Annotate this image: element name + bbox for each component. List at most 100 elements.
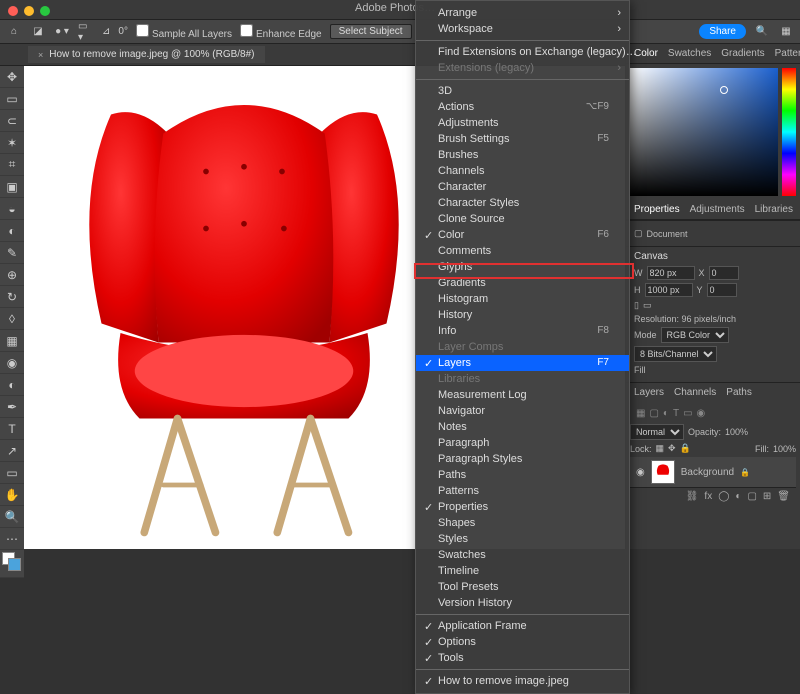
menu-item-paths[interactable]: Paths <box>416 467 629 483</box>
color-picker[interactable] <box>630 68 796 196</box>
dodge-tool[interactable]: ◐ <box>0 374 24 396</box>
menu-item-brushes[interactable]: Brushes <box>416 147 629 163</box>
canvas-height[interactable] <box>645 283 693 297</box>
close-window[interactable] <box>8 6 18 16</box>
menu-item-workspace[interactable]: Workspace <box>416 21 629 37</box>
lasso-tool[interactable]: ⊂ <box>0 110 24 132</box>
gradient-tool[interactable]: ▦ <box>0 330 24 352</box>
tab-libraries[interactable]: Libraries <box>755 204 793 215</box>
eyedropper-tool[interactable]: ◒ <box>0 198 24 220</box>
tab-adjustments[interactable]: Adjustments <box>690 204 745 215</box>
menu-item-properties[interactable]: Properties <box>416 499 629 515</box>
tab-color[interactable]: Color <box>634 48 658 59</box>
menu-item-patterns[interactable]: Patterns <box>416 483 629 499</box>
menu-item-history[interactable]: History <box>416 307 629 323</box>
menu-item-tool-presets[interactable]: Tool Presets <box>416 579 629 595</box>
document-tab[interactable]: × How to remove image.jpeg @ 100% (RGB/8… <box>28 46 265 63</box>
lock-position-icon[interactable]: ✥ <box>668 443 676 454</box>
menu-item-adjustments[interactable]: Adjustments <box>416 115 629 131</box>
menu-item-measurement-log[interactable]: Measurement Log <box>416 387 629 403</box>
quick-select-tool[interactable]: ✶ <box>0 132 24 154</box>
menu-item-brush-settings[interactable]: Brush SettingsF5 <box>416 131 629 147</box>
canvas-width[interactable] <box>647 266 695 280</box>
menu-item-application-frame[interactable]: Application Frame <box>416 618 629 634</box>
move-tool[interactable]: ✥ <box>0 66 24 88</box>
home-icon[interactable]: ⌂ <box>6 24 22 40</box>
layer-row-background[interactable]: Background <box>630 457 796 487</box>
layer-mask-icon[interactable]: ◯ <box>718 491 729 502</box>
menu-item-color[interactable]: ColorF6 <box>416 227 629 243</box>
canvas-y[interactable] <box>707 283 737 297</box>
orient-landscape-icon[interactable]: ▭ <box>643 300 652 311</box>
new-layer-icon[interactable]: ⊞ <box>763 491 771 502</box>
layer-name[interactable]: Background <box>681 467 734 478</box>
frame-tool[interactable]: ▣ <box>0 176 24 198</box>
blur-tool[interactable]: ◉ <box>0 352 24 374</box>
menu-item-gradients[interactable]: Gradients <box>416 275 629 291</box>
menu-item-paragraph[interactable]: Paragraph <box>416 435 629 451</box>
workspace-icon[interactable]: ▦ <box>778 24 794 40</box>
menu-item-comments[interactable]: Comments <box>416 243 629 259</box>
tab-gradients[interactable]: Gradients <box>721 48 764 59</box>
canvas-x[interactable] <box>709 266 739 280</box>
menu-item-timeline[interactable]: Timeline <box>416 563 629 579</box>
filter-smart-icon[interactable]: ◉ <box>697 408 706 419</box>
color-swatches[interactable] <box>0 550 24 578</box>
share-button[interactable]: Share <box>699 24 746 39</box>
menu-item-tools[interactable]: Tools <box>416 650 629 666</box>
healing-tool[interactable]: ◐ <box>0 220 24 242</box>
lock-pixels-icon[interactable]: ▦ <box>656 443 665 454</box>
blend-mode-select[interactable]: Normal <box>630 424 684 440</box>
group-icon[interactable]: ▢ <box>747 491 756 502</box>
tab-properties[interactable]: Properties <box>634 204 680 215</box>
marquee-tool[interactable]: ▭ <box>0 88 24 110</box>
eraser-tool[interactable]: ◊ <box>0 308 24 330</box>
tool-icon[interactable]: ◪ <box>30 24 46 40</box>
history-brush-tool[interactable]: ↻ <box>0 286 24 308</box>
crop-tool[interactable]: ⌗ <box>0 154 24 176</box>
menu-item-channels[interactable]: Channels <box>416 163 629 179</box>
filter-type-icon[interactable]: T <box>673 408 679 419</box>
link-layers-icon[interactable]: ⛓ <box>686 491 699 502</box>
menu-item-how-to-remove-image-jpeg[interactable]: How to remove image.jpeg <box>416 673 629 689</box>
tab-patterns[interactable]: Patterns <box>775 48 800 59</box>
color-mode-select[interactable]: RGB Color <box>661 327 729 343</box>
enhance-edge[interactable]: Enhance Edge <box>240 24 322 40</box>
sample-all-layers[interactable]: Sample All Layers <box>136 24 232 40</box>
menu-item-notes[interactable]: Notes <box>416 419 629 435</box>
hand-tool[interactable]: ✋ <box>0 484 24 506</box>
menu-item-character-styles[interactable]: Character Styles <box>416 195 629 211</box>
menu-item-styles[interactable]: Styles <box>416 531 629 547</box>
visibility-icon[interactable] <box>636 467 645 478</box>
brush-tool[interactable]: ✎ <box>0 242 24 264</box>
adjustment-layer-icon[interactable]: ◐ <box>735 491 741 502</box>
zoom-tool[interactable]: 🔍 <box>0 506 24 528</box>
menu-item-3d[interactable]: 3D <box>416 83 629 99</box>
layer-filter-icon[interactable]: ▦ <box>636 408 645 419</box>
hue-slider[interactable] <box>782 68 796 196</box>
filter-shape-icon[interactable]: ▭ <box>683 408 692 419</box>
delete-layer-icon[interactable]: 🗑 <box>777 491 790 502</box>
menu-item-paragraph-styles[interactable]: Paragraph Styles <box>416 451 629 467</box>
bit-depth-select[interactable]: 8 Bits/Channel <box>634 346 717 362</box>
more-tools[interactable]: ⋯ <box>0 528 24 550</box>
menu-item-swatches[interactable]: Swatches <box>416 547 629 563</box>
opacity-value[interactable]: 100% <box>725 427 748 437</box>
menu-item-options[interactable]: Options <box>416 634 629 650</box>
type-tool[interactable]: T <box>0 418 24 440</box>
angle-value[interactable]: 0° <box>118 26 128 37</box>
menu-item-shapes[interactable]: Shapes <box>416 515 629 531</box>
path-tool[interactable]: ↗ <box>0 440 24 462</box>
menu-item-find-extensions-on-exchange-legacy-[interactable]: Find Extensions on Exchange (legacy)… <box>416 44 629 60</box>
filter-adjust-icon[interactable]: ◐ <box>663 408 669 419</box>
close-tab-icon[interactable]: × <box>38 50 43 60</box>
menu-item-navigator[interactable]: Navigator <box>416 403 629 419</box>
menu-item-character[interactable]: Character <box>416 179 629 195</box>
menu-item-actions[interactable]: Actions⌥F9 <box>416 99 629 115</box>
menu-item-histogram[interactable]: Histogram <box>416 291 629 307</box>
fill-value[interactable]: 100% <box>773 444 796 454</box>
minimize-window[interactable] <box>24 6 34 16</box>
pen-tool[interactable]: ✒ <box>0 396 24 418</box>
tab-swatches[interactable]: Swatches <box>668 48 711 59</box>
stamp-tool[interactable]: ⊕ <box>0 264 24 286</box>
